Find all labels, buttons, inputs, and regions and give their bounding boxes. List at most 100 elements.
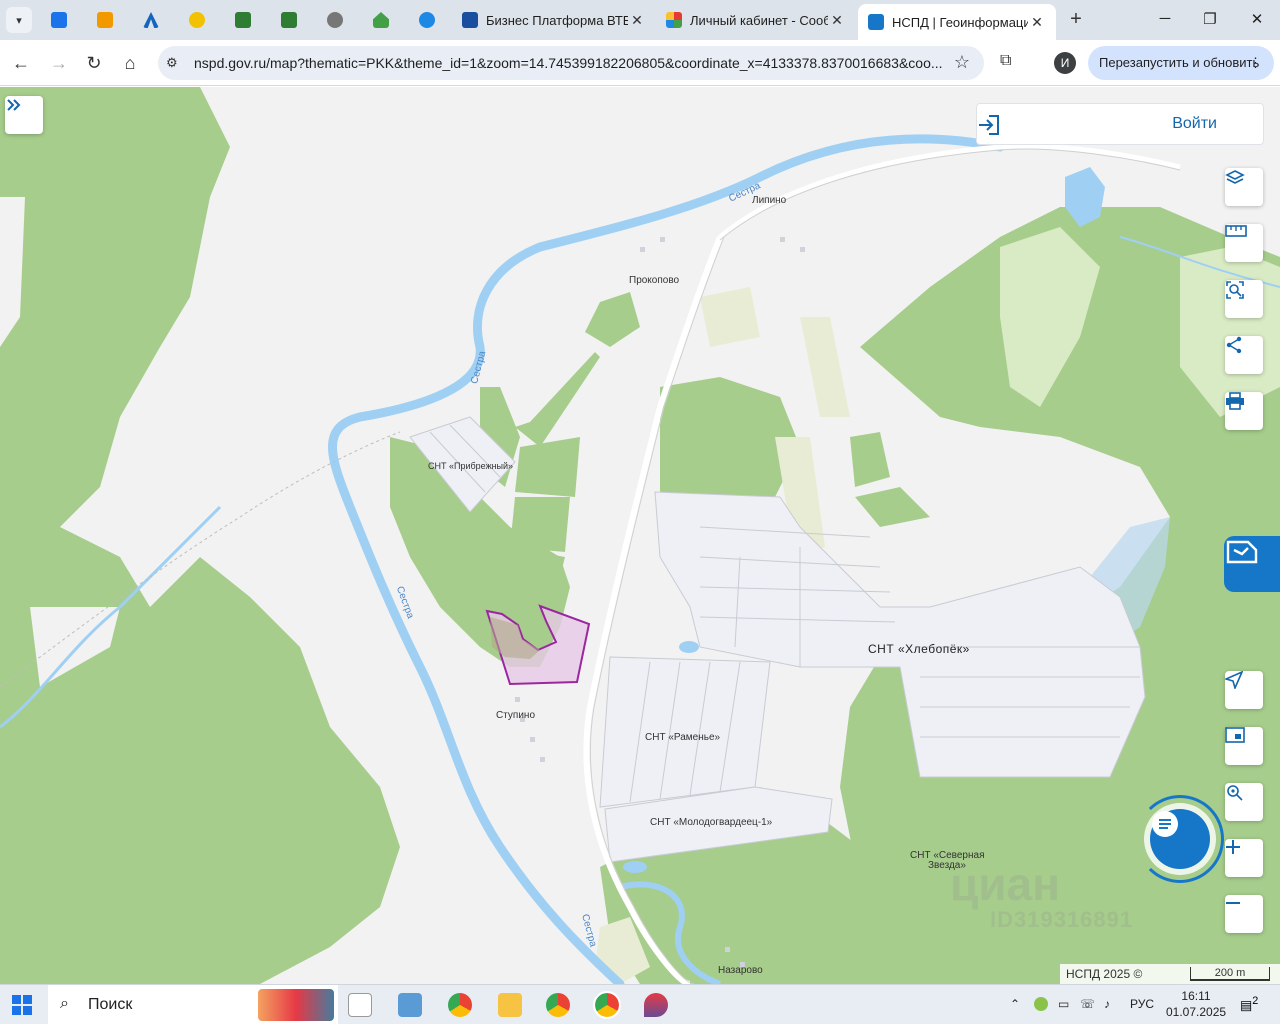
- area-search-button[interactable]: [1225, 280, 1263, 318]
- menu-dots-icon: ⋮: [1249, 55, 1262, 70]
- zoom-out-button[interactable]: [1225, 895, 1263, 933]
- volume-icon[interactable]: ♪: [1104, 997, 1110, 1011]
- extensions-icon[interactable]: ⧉: [1000, 52, 1011, 70]
- chat-button[interactable]: [1150, 809, 1210, 869]
- chevron-down-icon: ▾: [16, 14, 22, 27]
- pinned-tab-ball[interactable]: [414, 8, 440, 32]
- minimap-button[interactable]: [1225, 727, 1263, 765]
- nspd-services-button[interactable]: [1224, 536, 1280, 592]
- print-icon: [1226, 392, 1244, 410]
- tab-vtb[interactable]: Бизнес Платформа ВТБ ✕: [452, 4, 656, 36]
- locate-button[interactable]: [1225, 671, 1263, 709]
- tab-cabinet[interactable]: Личный кабинет - Сооб ✕: [656, 4, 856, 36]
- tray-app-icon[interactable]: [1034, 997, 1048, 1011]
- close-window-button[interactable]: ✕: [1247, 10, 1267, 28]
- pinned-tab-arrow[interactable]: [138, 8, 164, 32]
- pinned-tab-globe[interactable]: [322, 8, 348, 32]
- meadow-north: [700, 287, 760, 347]
- search-highlight-image: [258, 989, 334, 1021]
- pinned-tab-doc1[interactable]: [230, 8, 256, 32]
- map-footer: НСПД 2025 © 200 m: [1060, 964, 1280, 984]
- taskbar-search[interactable]: ⌕ Поиск: [48, 985, 338, 1025]
- document-icon: [235, 12, 251, 28]
- area-select-icon: [1226, 281, 1244, 299]
- language-indicator[interactable]: РУС: [1130, 997, 1154, 1011]
- expand-panel-button[interactable]: [5, 96, 43, 134]
- file-explorer-icon[interactable]: [498, 993, 522, 1017]
- envelope-icon: [97, 12, 113, 28]
- pinned-tab-mail[interactable]: [46, 8, 72, 32]
- home-app-icon: [373, 12, 389, 28]
- cabinet-icon: [666, 12, 682, 28]
- tab-nspd[interactable]: НСПД | Геоинформацио ✕: [858, 4, 1056, 40]
- share-button[interactable]: [1225, 336, 1263, 374]
- label-snt-pribrezhny: СНТ «Прибрежный»: [428, 461, 514, 471]
- minimize-button[interactable]: ─: [1155, 10, 1175, 27]
- browser-toolbar: ← → ↻ ⌂ ⚙ nspd.gov.ru/map?thematic=PKK&t…: [0, 40, 1280, 86]
- mail-icon: [51, 12, 67, 28]
- nspd-icon: [868, 14, 884, 30]
- label-nazarovo: Назарово: [718, 965, 763, 976]
- ruler-icon: [1225, 225, 1247, 237]
- search-label: Поиск: [88, 996, 133, 1013]
- task-view-icon[interactable]: [348, 993, 372, 1017]
- forward-button[interactable]: →: [48, 52, 70, 74]
- login-icon: [979, 115, 999, 135]
- layers-button[interactable]: [1225, 168, 1263, 206]
- ball-icon: [419, 12, 435, 28]
- wifi-icon[interactable]: ☏: [1080, 997, 1095, 1011]
- scanner-app-icon[interactable]: [398, 993, 422, 1017]
- url-text[interactable]: nspd.gov.ru/map?thematic=PKK&theme_id=1&…: [194, 55, 942, 71]
- pinned-tab-coin[interactable]: [184, 8, 210, 32]
- close-icon[interactable]: ✕: [628, 12, 646, 29]
- home-button[interactable]: ⌂: [119, 52, 141, 74]
- windows-start-icon[interactable]: [12, 995, 32, 1015]
- pinned-tab-home[interactable]: [368, 8, 394, 32]
- clock[interactable]: 16:11 01.07.2025: [1166, 988, 1226, 1020]
- notifications-icon[interactable]: ▤2: [1240, 995, 1258, 1013]
- print-button[interactable]: [1225, 392, 1263, 430]
- close-icon[interactable]: ✕: [1028, 14, 1046, 31]
- pond-2: [623, 861, 647, 873]
- restore-button[interactable]: ❐: [1200, 10, 1220, 28]
- reload-button[interactable]: ↻: [83, 52, 105, 74]
- label-prokopovo: Прокопово: [629, 275, 680, 286]
- profile-avatar[interactable]: И: [1054, 52, 1076, 74]
- chrome-profile-icon[interactable]: [546, 993, 570, 1017]
- chrome-icon[interactable]: [448, 993, 472, 1017]
- tab-search-button[interactable]: ▾: [6, 7, 32, 33]
- label-snt-molodogvardeets: СНТ «Молодогвардеец-1»: [650, 817, 773, 828]
- tab-title: Бизнес Платформа ВТБ: [486, 12, 628, 28]
- clock-time: 16:11: [1181, 989, 1211, 1003]
- tab-title: Личный кабинет - Сооб: [690, 12, 828, 28]
- new-tab-button[interactable]: +: [1066, 8, 1086, 31]
- map-canvas[interactable]: [0, 87, 1280, 984]
- coin-icon: [189, 12, 205, 28]
- navigation-arrow-icon: [1225, 671, 1243, 689]
- pinned-tab-envelope[interactable]: [92, 8, 118, 32]
- back-button[interactable]: ←: [10, 52, 32, 74]
- tab-strip: ▾ Бизнес Платформа ВТБ ✕ Личный кабинет …: [0, 0, 1280, 40]
- chrome-active-icon[interactable]: [593, 991, 621, 1019]
- tray-expand-icon[interactable]: ⌃: [1010, 997, 1020, 1011]
- close-icon[interactable]: ✕: [828, 12, 846, 29]
- bookmark-star-icon[interactable]: ☆: [954, 52, 970, 73]
- login-button[interactable]: Войти: [976, 103, 1264, 145]
- label-snt-ramenye: СНТ «Раменье»: [645, 732, 721, 743]
- relaunch-button[interactable]: Перезапустить и обновить ⋮: [1088, 46, 1274, 80]
- site-info-icon[interactable]: ⚙: [166, 55, 178, 71]
- pinned-tab-doc2[interactable]: [276, 8, 302, 32]
- copyright-text: НСПД 2025 ©: [1066, 967, 1143, 981]
- drop-app-icon[interactable]: [644, 993, 668, 1017]
- map-view[interactable]: Прокопово Липино СНТ «Прибрежный» СНТ «Х…: [0, 87, 1280, 984]
- network-icon[interactable]: ▭: [1058, 997, 1069, 1011]
- taskbar: ⌕ Поиск ⌃ ▭ ☏ ♪ РУС 16:11 01.07.2025 ▤2: [0, 984, 1280, 1025]
- zoom-in-button[interactable]: [1225, 839, 1263, 877]
- globe-icon: [327, 12, 343, 28]
- pond: [679, 641, 699, 653]
- address-bar[interactable]: ⚙ nspd.gov.ru/map?thematic=PKK&theme_id=…: [158, 46, 984, 80]
- double-chevron-right-icon: [7, 99, 21, 111]
- measure-button[interactable]: [1225, 224, 1263, 262]
- scale-bar: 200 m: [1190, 967, 1270, 981]
- geo-search-button[interactable]: [1225, 783, 1263, 821]
